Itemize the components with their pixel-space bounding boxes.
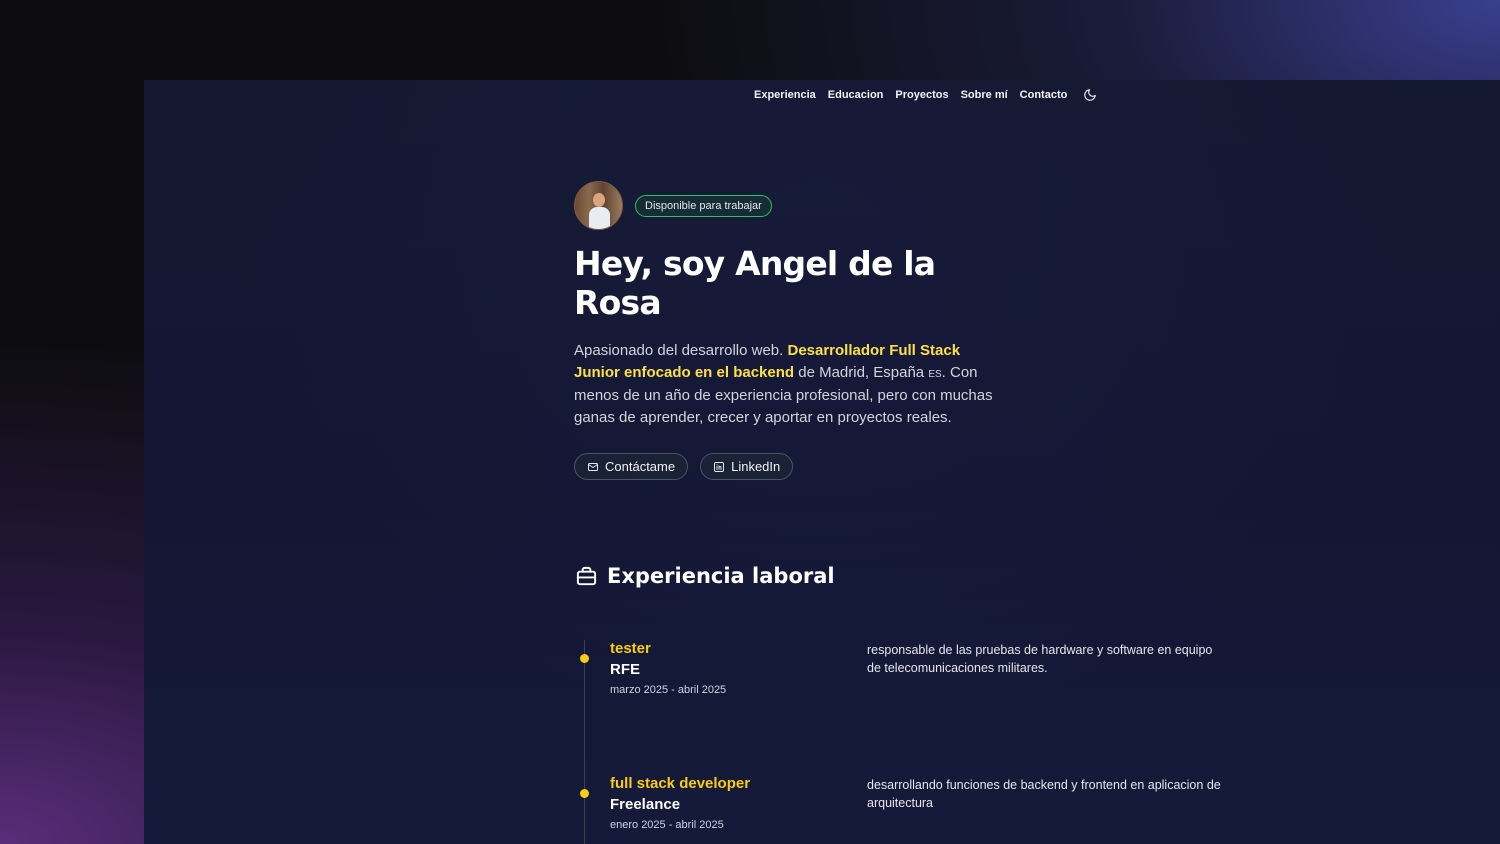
flag-es: ES (928, 368, 942, 380)
avatar (574, 181, 623, 230)
job-dates: enero 2025 - abril 2025 (610, 819, 724, 831)
linkedin-icon (714, 461, 725, 472)
nav-contacto[interactable]: Contacto (1020, 89, 1068, 101)
nav-sobre-mi[interactable]: Sobre mí (961, 89, 1008, 101)
job-role: full stack developer (610, 775, 751, 792)
mail-icon (588, 462, 598, 471)
hero-intro: Apasionado del desarrollo web. Desarroll… (574, 342, 993, 426)
hero-section: Disponible para trabajar Hey, soy Angel … (574, 181, 1014, 480)
moon-icon[interactable] (1083, 88, 1097, 102)
job-description: responsable de las pruebas de hardware y… (867, 643, 1213, 675)
job-company: Freelance (610, 796, 681, 813)
job-dates: marzo 2025 - abril 2025 (610, 684, 727, 696)
briefcase-icon (576, 566, 597, 585)
job-description: desarrollando funciones de backend y fro… (867, 778, 1221, 810)
hero-title: Hey, soy Angel de la Rosa (574, 244, 936, 322)
page-frame: Experiencia Educacion Proyectos Sobre mí… (144, 80, 1500, 844)
top-nav: Experiencia Educacion Proyectos Sobre mí… (754, 84, 1097, 106)
nav-educacion[interactable]: Educacion (828, 89, 884, 101)
timeline-line (584, 640, 585, 844)
nav-proyectos[interactable]: Proyectos (895, 89, 948, 101)
linkedin-button[interactable]: LinkedIn (700, 453, 794, 480)
contact-button[interactable]: Contáctame (574, 453, 689, 480)
job-role: tester (610, 640, 651, 657)
nav-experiencia[interactable]: Experiencia (754, 89, 816, 101)
timeline-dot (580, 654, 589, 663)
availability-badge: Disponible para trabajar (635, 194, 772, 217)
experience-timeline: tester RFE marzo 2025 - abril 2025 respo… (574, 640, 1234, 844)
job-company: RFE (610, 661, 640, 678)
timeline-dot (580, 789, 589, 798)
experience-heading: Experiencia laboral (575, 564, 835, 588)
